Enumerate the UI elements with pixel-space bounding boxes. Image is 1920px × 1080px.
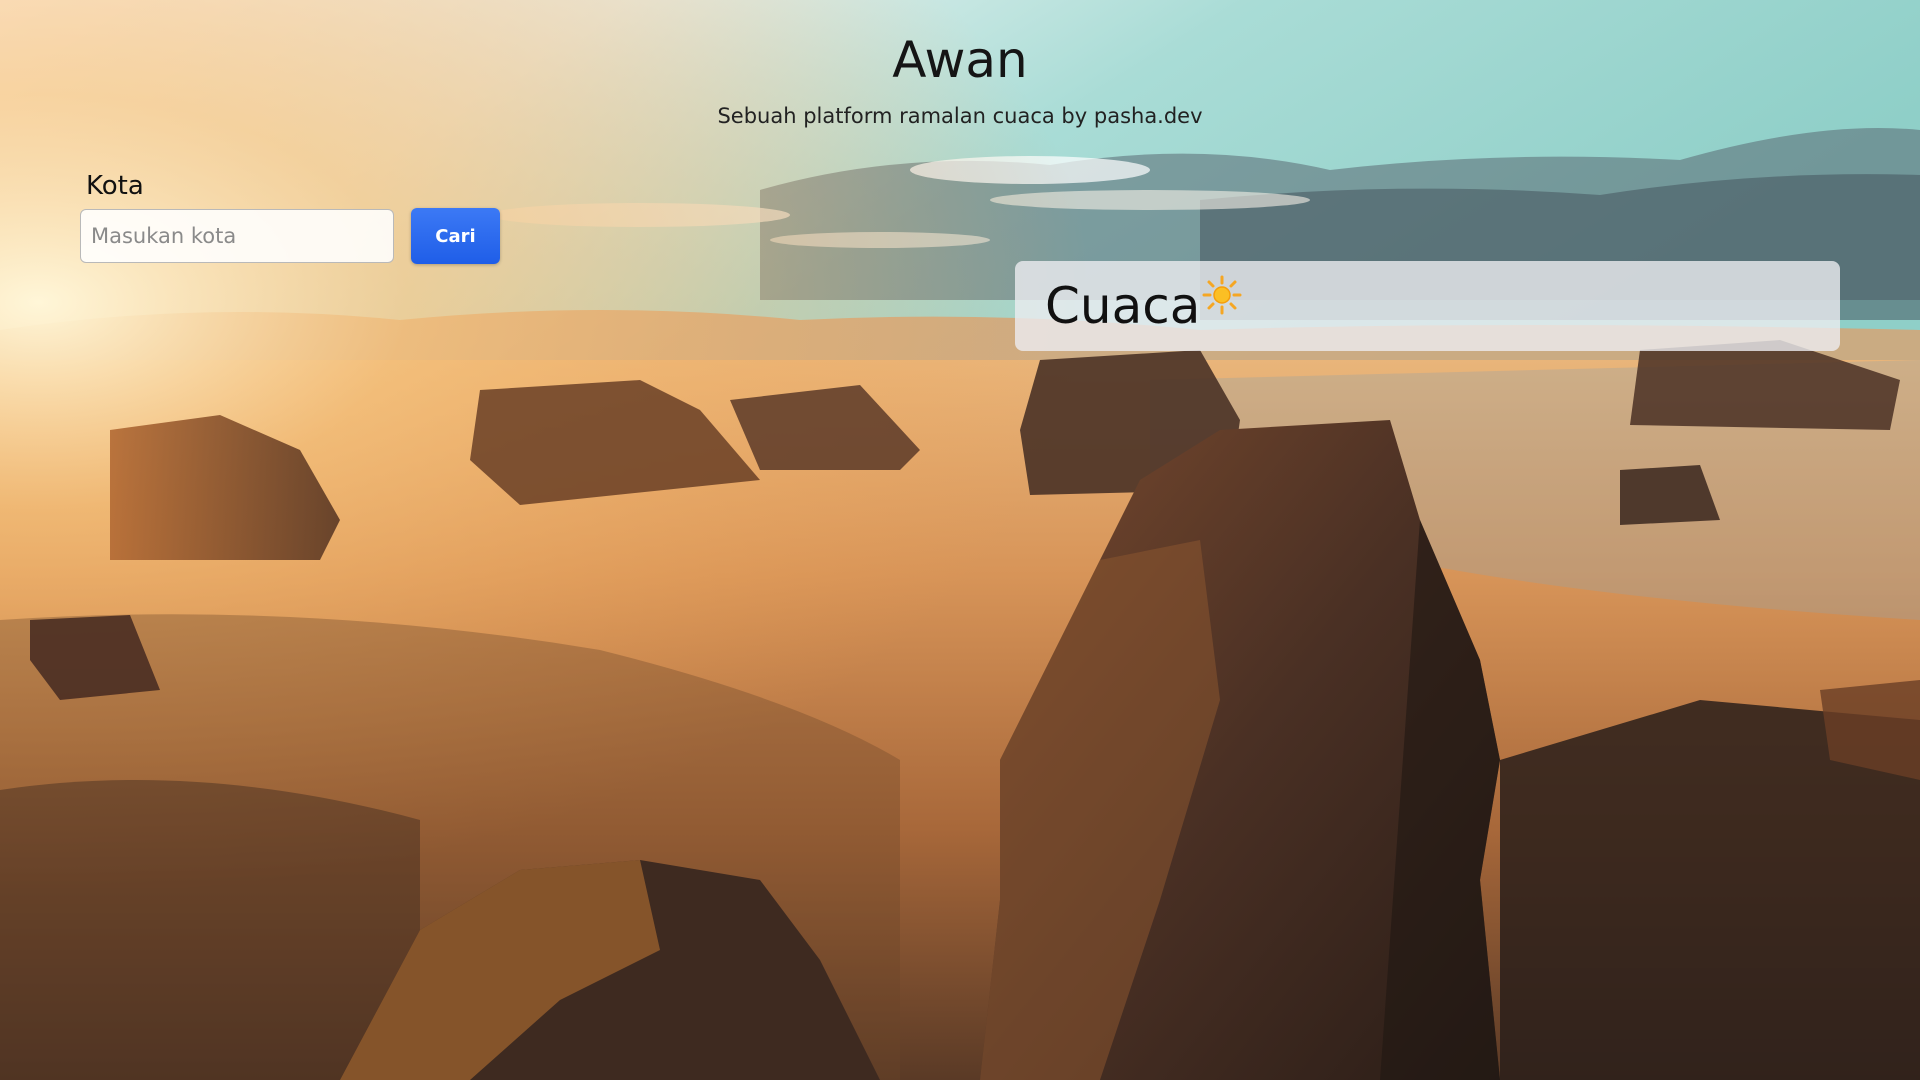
city-label: Kota xyxy=(86,171,144,201)
page-title: Awan xyxy=(892,31,1028,89)
app-window: Awan Sebuah platform ramalan cuaca by pa… xyxy=(0,0,1920,1080)
weather-card: Cuaca xyxy=(1015,261,1840,351)
weather-title: Cuaca xyxy=(1045,277,1201,335)
city-input[interactable] xyxy=(80,209,394,263)
search-row: Cari xyxy=(80,208,500,264)
search-button[interactable]: Cari xyxy=(411,208,500,264)
sun-icon xyxy=(1202,275,1242,319)
city-search-form: Kota Cari xyxy=(80,170,500,264)
header: Awan Sebuah platform ramalan cuaca by pa… xyxy=(0,28,1920,130)
page-subtitle: Sebuah platform ramalan cuaca by pasha.d… xyxy=(717,104,1203,128)
desert-background-image xyxy=(0,0,1920,1080)
